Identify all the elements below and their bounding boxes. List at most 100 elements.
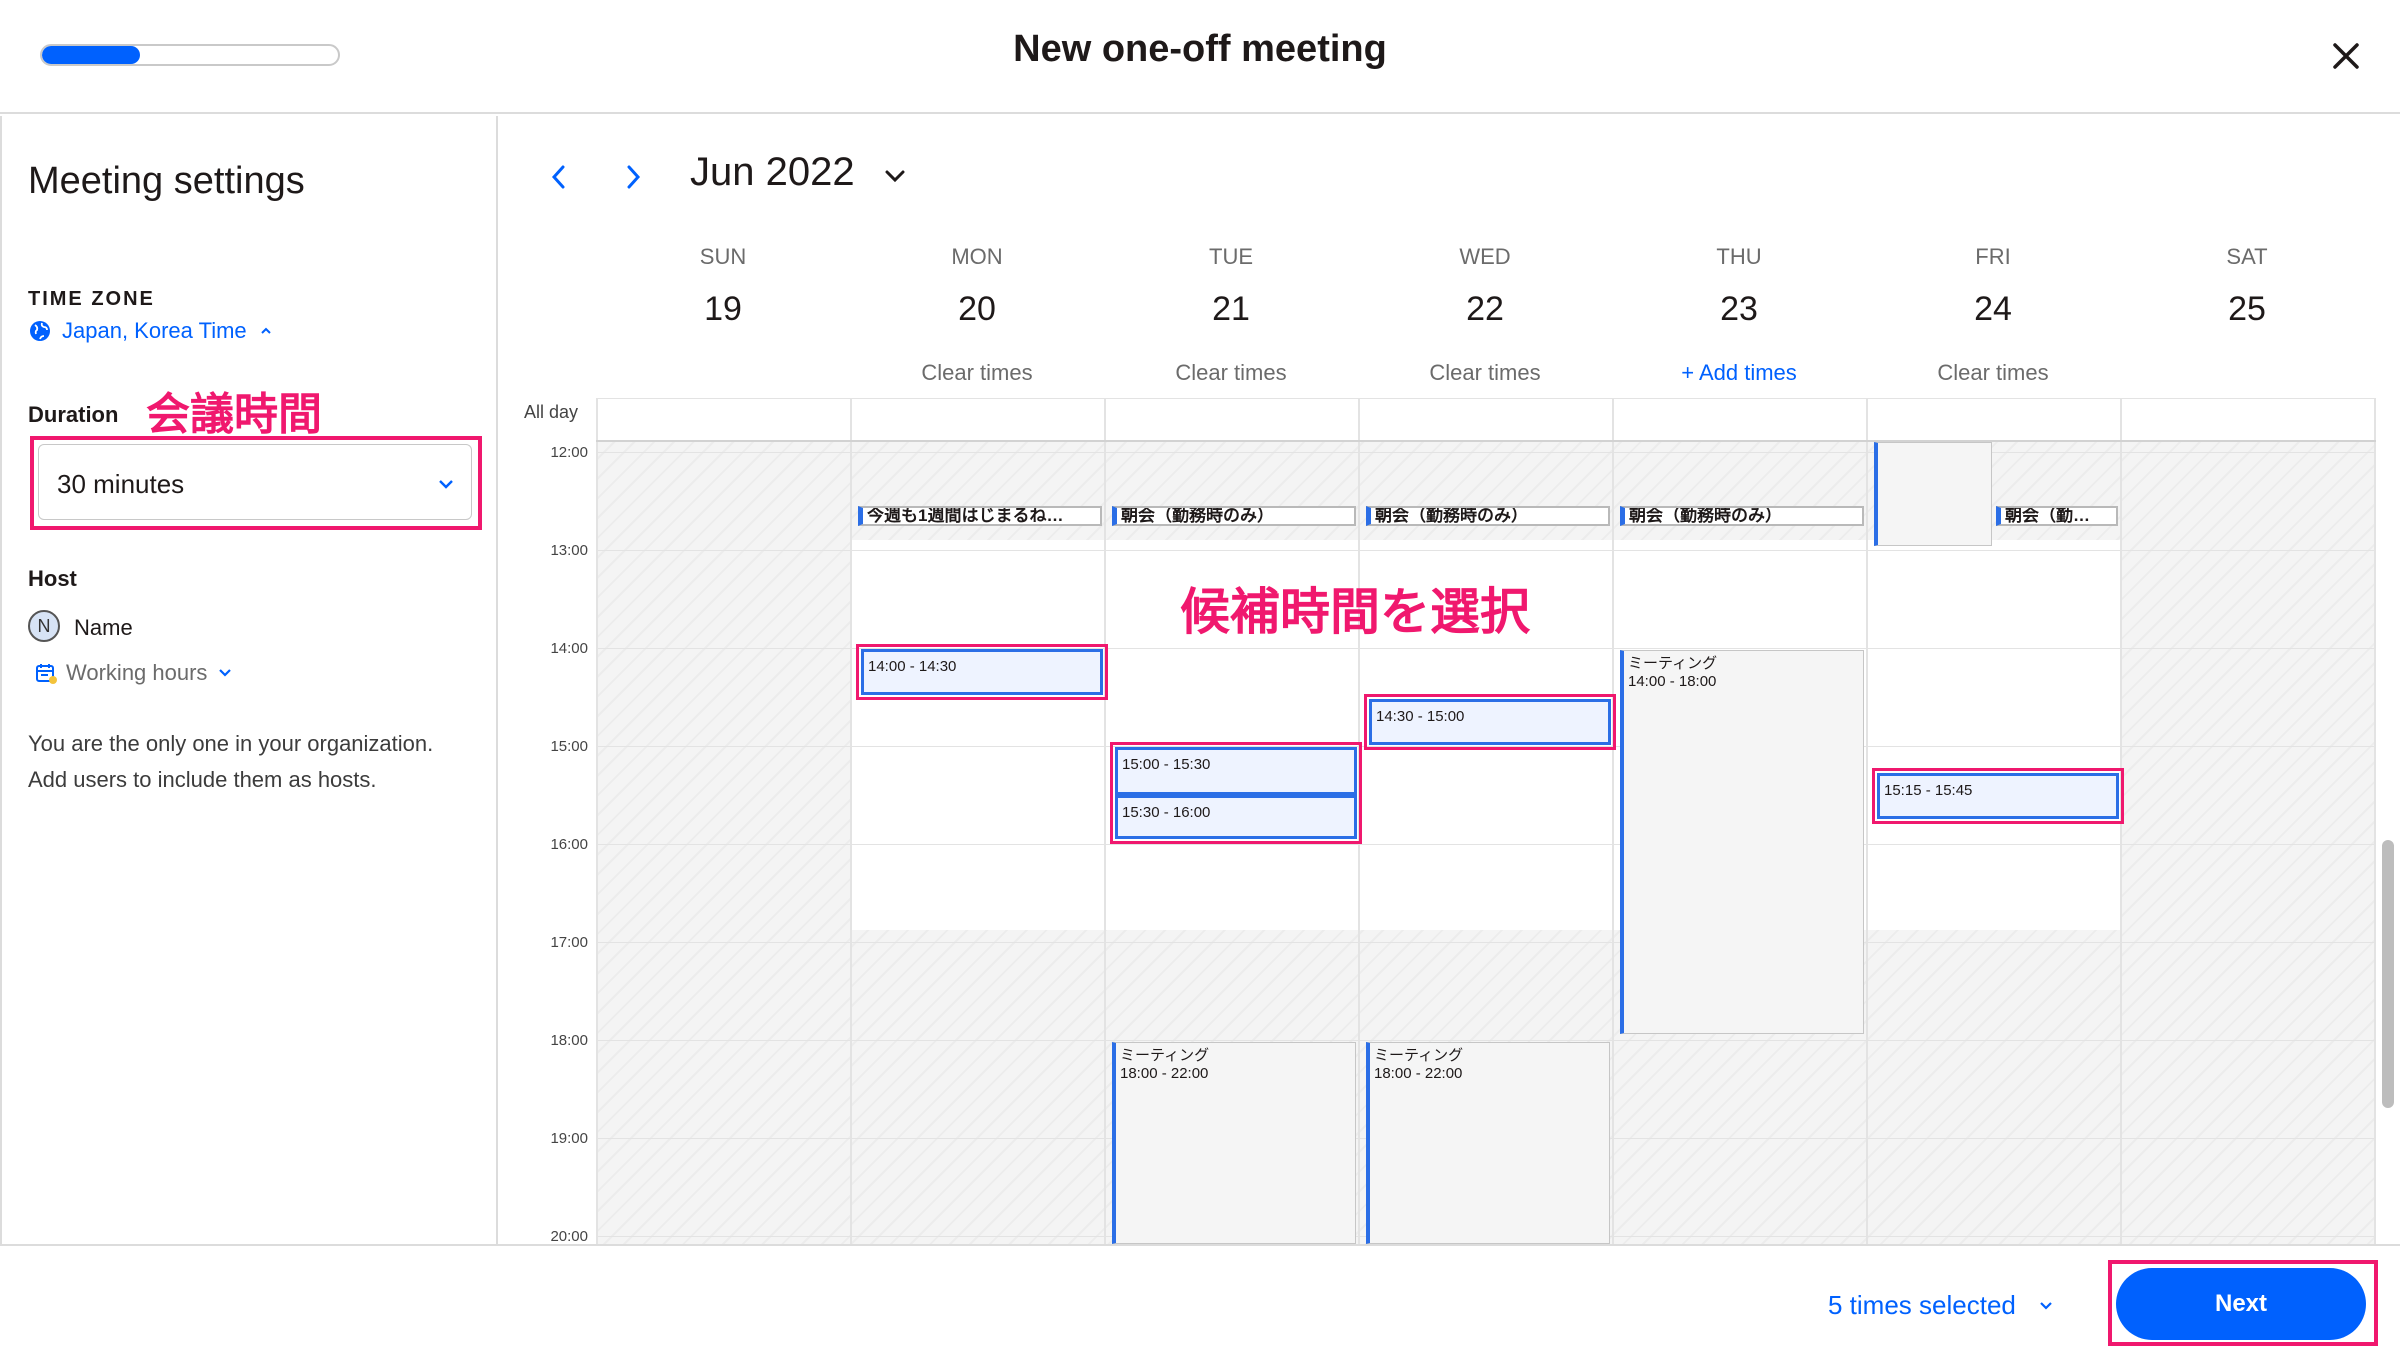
times-selected-label: 5 times selected: [1828, 1290, 2016, 1320]
globe-icon: [30, 321, 50, 341]
hour-label: 17:00: [550, 934, 588, 951]
close-icon: [2333, 43, 2359, 69]
chevron-right-icon: [627, 165, 641, 189]
hour-line: [596, 550, 2376, 551]
organization-note-line: Add users to include them as hosts.: [28, 767, 377, 792]
hour-line: [596, 942, 2376, 943]
event-title: ミーティング: [1374, 1047, 1464, 1064]
day-number: 24: [1974, 290, 2012, 328]
hour-line: [596, 452, 2376, 453]
hour-label: 15:00: [550, 738, 588, 755]
day-name: WED: [1459, 244, 1511, 269]
clear-times-button[interactable]: Clear times: [1866, 360, 2120, 386]
allday-divider: [596, 440, 2376, 442]
day-number: 25: [2228, 290, 2266, 328]
duration-annotation: 会議時間: [146, 390, 322, 439]
column-divider: [596, 398, 598, 1244]
hour-line: [596, 1040, 2376, 1041]
hour-label: 18:00: [550, 1032, 588, 1049]
column-divider: [2374, 398, 2376, 1244]
hour-label: 20:00: [550, 1228, 588, 1244]
hour-label: 19:00: [550, 1130, 588, 1147]
hour-line: [596, 844, 2376, 845]
hour-label: 14:00: [550, 640, 588, 657]
column-divider: [850, 398, 852, 1244]
month-picker-button[interactable]: [880, 162, 910, 190]
column-divider: [1612, 398, 1614, 1244]
selected-time-slot[interactable]: 14:30 - 15:00: [1369, 699, 1611, 745]
calendar-event[interactable]: 朝会（勤…: [1996, 506, 2118, 526]
chevron-down-icon: [885, 170, 905, 183]
next-button[interactable]: Next: [2116, 1268, 2366, 1340]
event-time: 14:00 - 18:00: [1628, 673, 1717, 690]
event-time: 18:00 - 22:00: [1374, 1065, 1463, 1082]
organization-note-line: You are the only one in your organizatio…: [28, 731, 434, 756]
times-selected-dropdown[interactable]: 5 times selected: [1828, 1290, 2056, 1321]
chevron-down-icon: [439, 480, 453, 489]
timezone-label: TIME ZONE: [28, 288, 155, 310]
working-hours-label: Working hours: [66, 660, 208, 685]
calendar-event[interactable]: 朝会（勤務時のみ）: [1112, 506, 1356, 526]
calendar-event[interactable]: [1874, 442, 1992, 546]
unavailable-area: [2122, 442, 2376, 1244]
add-times-button[interactable]: + Add times: [1612, 360, 1866, 386]
clear-times-button[interactable]: Clear times: [850, 360, 1104, 386]
chevron-up-icon: [260, 327, 271, 334]
host-name: Name: [74, 615, 133, 640]
page-title: New one-off meeting: [1013, 28, 1387, 70]
selected-time-slot[interactable]: 15:00 - 15:30: [1115, 747, 1357, 795]
hour-label: 16:00: [550, 836, 588, 853]
hour-label: 12:00: [550, 444, 588, 461]
day-number: 23: [1720, 290, 1758, 328]
duration-select[interactable]: 30 minutes: [38, 444, 472, 520]
unavailable-area: [596, 442, 850, 1244]
calendar-event[interactable]: 朝会（勤務時のみ）: [1620, 506, 1864, 526]
organization-note: You are the only one in your organizatio…: [28, 726, 468, 798]
day-number: 22: [1466, 290, 1504, 328]
day-number: 21: [1212, 290, 1250, 328]
event-time: 18:00 - 22:00: [1120, 1065, 1209, 1082]
day-name: SAT: [2226, 244, 2268, 269]
duration-label: Duration: [28, 402, 119, 427]
day-name: THU: [1716, 244, 1762, 269]
working-hours-toggle[interactable]: Working hours: [34, 660, 235, 686]
scrollbar-thumb[interactable]: [2382, 840, 2394, 1108]
close-button[interactable]: [2320, 30, 2372, 82]
selected-time-slot[interactable]: 14:00 - 14:30: [861, 649, 1103, 695]
chevron-down-icon: [219, 669, 232, 677]
calendar-event[interactable]: ミーティング 18:00 - 22:00: [1112, 1042, 1356, 1244]
next-week-button[interactable]: [618, 160, 648, 194]
month-label: Jun 2022: [690, 150, 855, 194]
grid-line: [596, 398, 2376, 399]
calendar-event[interactable]: ミーティング 18:00 - 22:00: [1366, 1042, 1610, 1244]
timezone-selector[interactable]: Japan, Korea Time: [28, 318, 275, 344]
day-name: MON: [951, 244, 1003, 269]
availability-annotation: 候補時間を選択: [1180, 584, 1530, 640]
avatar: N: [28, 610, 60, 642]
chevron-down-icon: [2040, 1301, 2052, 1310]
previous-week-button[interactable]: [544, 160, 574, 194]
chevron-left-icon: [551, 165, 565, 189]
day-name: TUE: [1209, 244, 1253, 269]
day-name: SUN: [699, 244, 747, 269]
selected-time-slot[interactable]: 15:30 - 16:00: [1115, 795, 1357, 839]
event-title: ミーティング: [1628, 655, 1718, 672]
event-title: ミーティング: [1120, 1047, 1210, 1064]
hour-label: 13:00: [550, 542, 588, 559]
settings-title: Meeting settings: [28, 160, 305, 202]
selected-time-slot[interactable]: 15:15 - 15:45: [1877, 773, 2119, 819]
duration-value: 30 minutes: [57, 469, 185, 499]
calendar-grid: 12:00 13:00 14:00 15:00 16:00 17:00 18:0…: [524, 398, 2376, 1244]
column-divider: [1866, 398, 1868, 1244]
clear-times-button[interactable]: Clear times: [1104, 360, 1358, 386]
calendar-event[interactable]: ミーティング 14:00 - 18:00: [1620, 650, 1864, 1034]
clear-times-button[interactable]: Clear times: [1358, 360, 1612, 386]
timezone-value: Japan, Korea Time: [62, 318, 247, 343]
day-name: FRI: [1975, 244, 2011, 269]
allday-label: All day: [524, 402, 579, 422]
calendar-icon: [36, 664, 57, 684]
day-number: 19: [704, 290, 742, 328]
calendar-event[interactable]: 今週も1週間はじまるね…: [858, 506, 1102, 526]
day-number: 20: [958, 290, 996, 328]
calendar-event[interactable]: 朝会（勤務時のみ）: [1366, 506, 1610, 526]
